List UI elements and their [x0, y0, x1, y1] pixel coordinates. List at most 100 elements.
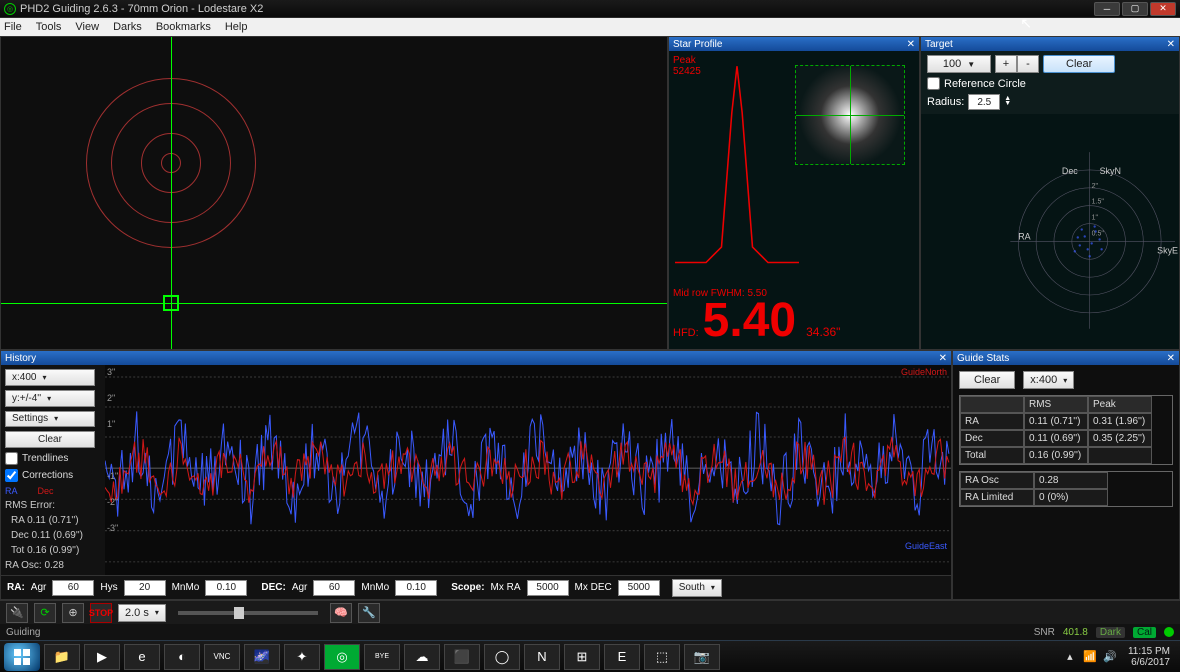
stats-header[interactable]: Guide Stats ✕	[953, 351, 1179, 365]
vnc-icon[interactable]: VNC	[204, 644, 240, 670]
chrome-icon[interactable]: ◐	[164, 644, 200, 670]
close-button[interactable]: ✕	[1150, 2, 1176, 16]
task-app-icon[interactable]: 📷	[684, 644, 720, 670]
dec-mnmo-input[interactable]	[395, 580, 437, 596]
gamma-slider[interactable]	[178, 611, 318, 615]
ra-mnmo-input[interactable]	[205, 580, 247, 596]
svg-text:2": 2"	[1092, 183, 1099, 190]
ra-osc: RA Osc: 0.28	[5, 560, 101, 571]
svg-text:0.5": 0.5"	[1092, 230, 1105, 237]
rms-ra: RA 0.11 (0.71'')	[5, 515, 101, 526]
target-header[interactable]: Target ✕	[921, 37, 1179, 51]
close-icon[interactable]: ✕	[907, 39, 915, 50]
close-icon[interactable]: ✕	[1167, 39, 1175, 50]
history-clear-button[interactable]: Clear	[5, 431, 95, 448]
app-icon: ◎	[4, 3, 16, 15]
start-button[interactable]	[4, 643, 40, 671]
connect-button[interactable]: 🔌	[6, 603, 28, 623]
task-app-icon[interactable]: E	[604, 644, 640, 670]
task-app-icon[interactable]: BYE	[364, 644, 400, 670]
volume-icon[interactable]: 🔊	[1102, 649, 1118, 665]
windows-taskbar: 📁 ▶ e ◐ VNC 🌌 ✦ ◎ BYE ☁ ⬛ ◯ N ⊞ E ⬚ 📷 ▴ …	[0, 640, 1180, 672]
stats-clear-button[interactable]: Clear	[959, 371, 1015, 389]
ra-label: RA	[1018, 231, 1030, 241]
stats-table-2: RA Osc0.28 RA Limited0 (0%)	[959, 471, 1173, 507]
clock[interactable]: 11:15 PM 6/6/2017	[1122, 646, 1176, 668]
maximize-button[interactable]: ▢	[1122, 2, 1148, 16]
zoom-out-button[interactable]: -	[1017, 55, 1039, 73]
exposure-select[interactable]: 2.0 s▾	[118, 604, 166, 622]
rms-error-label: RMS Error:	[5, 500, 101, 511]
history-chart[interactable]: 3" 2" 1" -1" -2" -3" GuideNorth GuideEas…	[105, 365, 951, 575]
star-profile-header[interactable]: Star Profile ✕	[669, 37, 919, 51]
hfd-arcsec: 34.36"	[806, 325, 840, 339]
guide-star-box[interactable]	[163, 295, 179, 311]
history-xscale-select[interactable]: x:400▾	[5, 369, 95, 386]
spinner-icon[interactable]: ▲▼	[1004, 97, 1011, 107]
stats-scale-select[interactable]: x:400▾	[1023, 371, 1074, 389]
close-icon[interactable]: ✕	[939, 353, 947, 364]
camera-settings-button[interactable]: 🔧	[358, 603, 380, 623]
mx-dec-input[interactable]	[618, 580, 660, 596]
ra-agr-input[interactable]	[52, 580, 94, 596]
camera-panel[interactable]	[0, 36, 668, 350]
zoom-in-button[interactable]: +	[995, 55, 1017, 73]
ie-icon[interactable]: e	[124, 644, 160, 670]
history-header[interactable]: History ✕	[1, 351, 951, 365]
explorer-icon[interactable]: 📁	[44, 644, 80, 670]
menu-view[interactable]: View	[75, 21, 99, 33]
menu-file[interactable]: File	[4, 21, 22, 33]
target-title: Target	[925, 39, 953, 50]
hfd-label: HFD:	[673, 327, 699, 339]
task-app-icon[interactable]: ⬚	[644, 644, 680, 670]
task-app-icon[interactable]: ◯	[484, 644, 520, 670]
ra-hys-input[interactable]	[124, 580, 166, 596]
phd2-icon[interactable]: ◎	[324, 644, 360, 670]
status-led	[1164, 627, 1174, 637]
dark-indicator: Dark	[1096, 627, 1125, 638]
svg-text:1": 1"	[1092, 215, 1099, 222]
target-zoom-select[interactable]: 100▼	[927, 55, 991, 73]
task-app-icon[interactable]: ⊞	[564, 644, 600, 670]
task-app-icon[interactable]: 🌌	[244, 644, 280, 670]
reference-circle-checkbox[interactable]	[927, 77, 940, 90]
menu-tools[interactable]: Tools	[36, 21, 62, 33]
snr-label: SNR	[1034, 627, 1055, 638]
menu-darks[interactable]: Darks	[113, 21, 142, 33]
dec-agr-input[interactable]	[313, 580, 355, 596]
history-yscale-select[interactable]: y:+/-4''▾	[5, 390, 95, 407]
system-tray[interactable]: ▴ 📶 🔊 11:15 PM 6/6/2017	[1062, 646, 1176, 668]
task-app-icon[interactable]: ☁	[404, 644, 440, 670]
brain-button[interactable]: 🧠	[330, 603, 352, 623]
bottom-toolbar: 🔌 ⟳ ⊕ STOP 2.0 s▾ 🧠 🔧	[0, 600, 1180, 624]
loop-button[interactable]: ⟳	[34, 603, 56, 623]
titlebar: ◎ PHD2 Guiding 2.6.3 - 70mm Orion - Lode…	[0, 0, 1180, 18]
radius-input[interactable]	[968, 94, 1000, 110]
tray-up-icon[interactable]: ▴	[1062, 649, 1078, 665]
mx-ra-input[interactable]	[527, 580, 569, 596]
star-profile-panel: Star Profile ✕ Peak 52425 Mid row FWHM: …	[668, 36, 920, 350]
statusbar: Guiding SNR 401.8 Dark Cal	[0, 624, 1180, 640]
cal-indicator: Cal	[1133, 627, 1156, 638]
history-settings-select[interactable]: Settings▾	[5, 411, 95, 428]
network-icon[interactable]: 📶	[1082, 649, 1098, 665]
task-app-icon[interactable]: N	[524, 644, 560, 670]
dec-label: Dec	[1062, 166, 1078, 176]
direction-select[interactable]: South▾	[672, 579, 722, 597]
task-app-icon[interactable]: ⬛	[444, 644, 480, 670]
stop-button[interactable]: STOP	[90, 603, 112, 623]
target-bullseye[interactable]: Dec SkyN RA SkyE 2" 1.5" 1" 0.5"	[921, 114, 1179, 349]
svg-text:1.5": 1.5"	[1092, 199, 1105, 206]
hfd-value: 5.40	[703, 297, 796, 345]
task-app-icon[interactable]: ✦	[284, 644, 320, 670]
media-player-icon[interactable]: ▶	[84, 644, 120, 670]
close-icon[interactable]: ✕	[1167, 353, 1175, 364]
menu-bookmarks[interactable]: Bookmarks	[156, 21, 211, 33]
corrections-checkbox[interactable]	[5, 469, 18, 482]
trendlines-checkbox[interactable]	[5, 452, 18, 465]
guide-button[interactable]: ⊕	[62, 603, 84, 623]
target-clear-button[interactable]: Clear	[1043, 55, 1115, 73]
menu-help[interactable]: Help	[225, 21, 248, 33]
minimize-button[interactable]: ─	[1094, 2, 1120, 16]
camera-view[interactable]	[1, 37, 667, 349]
